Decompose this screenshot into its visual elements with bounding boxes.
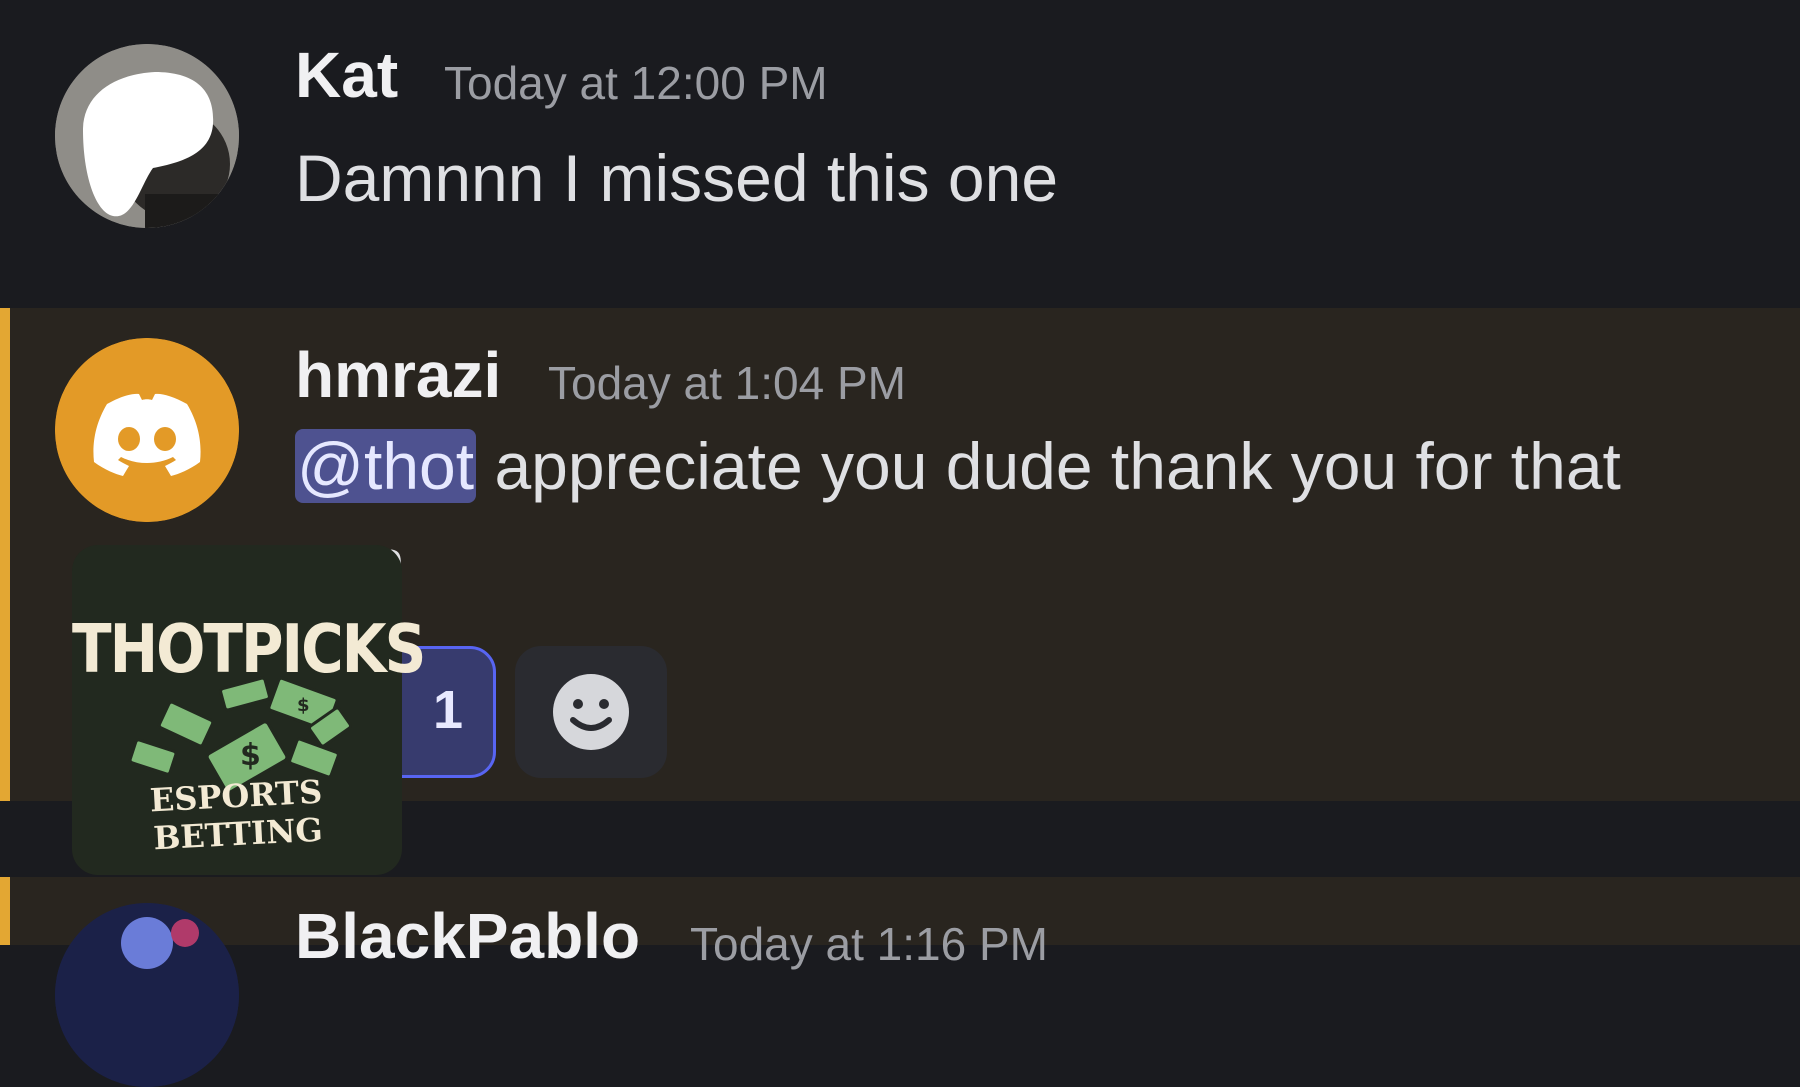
avatar[interactable]: [55, 44, 239, 228]
avatar[interactable]: [55, 903, 239, 1087]
username[interactable]: hmrazi: [295, 338, 501, 412]
timestamp[interactable]: Today at 1:04 PM: [548, 356, 906, 410]
thotpicks-watermark-logo: THOTPICKS $ $ ESPORTS BETTING: [72, 545, 426, 875]
discord-logo-icon: [55, 338, 239, 522]
mention-highlight-bar: [0, 877, 10, 945]
user-mention[interactable]: @thot: [295, 429, 477, 503]
user-photo-icon: [55, 44, 239, 228]
watermark-subtitle: ESPORTS BETTING: [148, 772, 324, 858]
message-content: Damnnn I missed this one: [295, 141, 1059, 215]
message-blackpablo: BlackPablo Today at 1:16 PM: [0, 877, 1800, 1087]
username[interactable]: BlackPablo: [295, 899, 640, 973]
add-reaction-button[interactable]: [515, 646, 667, 778]
svg-text:$: $: [240, 738, 261, 773]
svg-text:$: $: [297, 695, 310, 716]
message-content-line1: @thot appreciate you dude thank you for …: [295, 418, 1621, 514]
message-kat: Kat Today at 12:00 PM Damnnn I missed th…: [0, 0, 1800, 308]
message-text: appreciate you dude thank you for that: [494, 429, 1621, 503]
avatar[interactable]: [55, 338, 239, 522]
mention-highlight-bar: [0, 308, 10, 801]
timestamp[interactable]: Today at 12:00 PM: [444, 56, 828, 110]
user-photo-icon: [55, 903, 239, 1087]
timestamp[interactable]: Today at 1:16 PM: [690, 917, 1048, 971]
username[interactable]: Kat: [295, 38, 398, 112]
reaction-count: 1: [432, 680, 463, 740]
smiley-add-reaction-icon: [553, 674, 629, 750]
